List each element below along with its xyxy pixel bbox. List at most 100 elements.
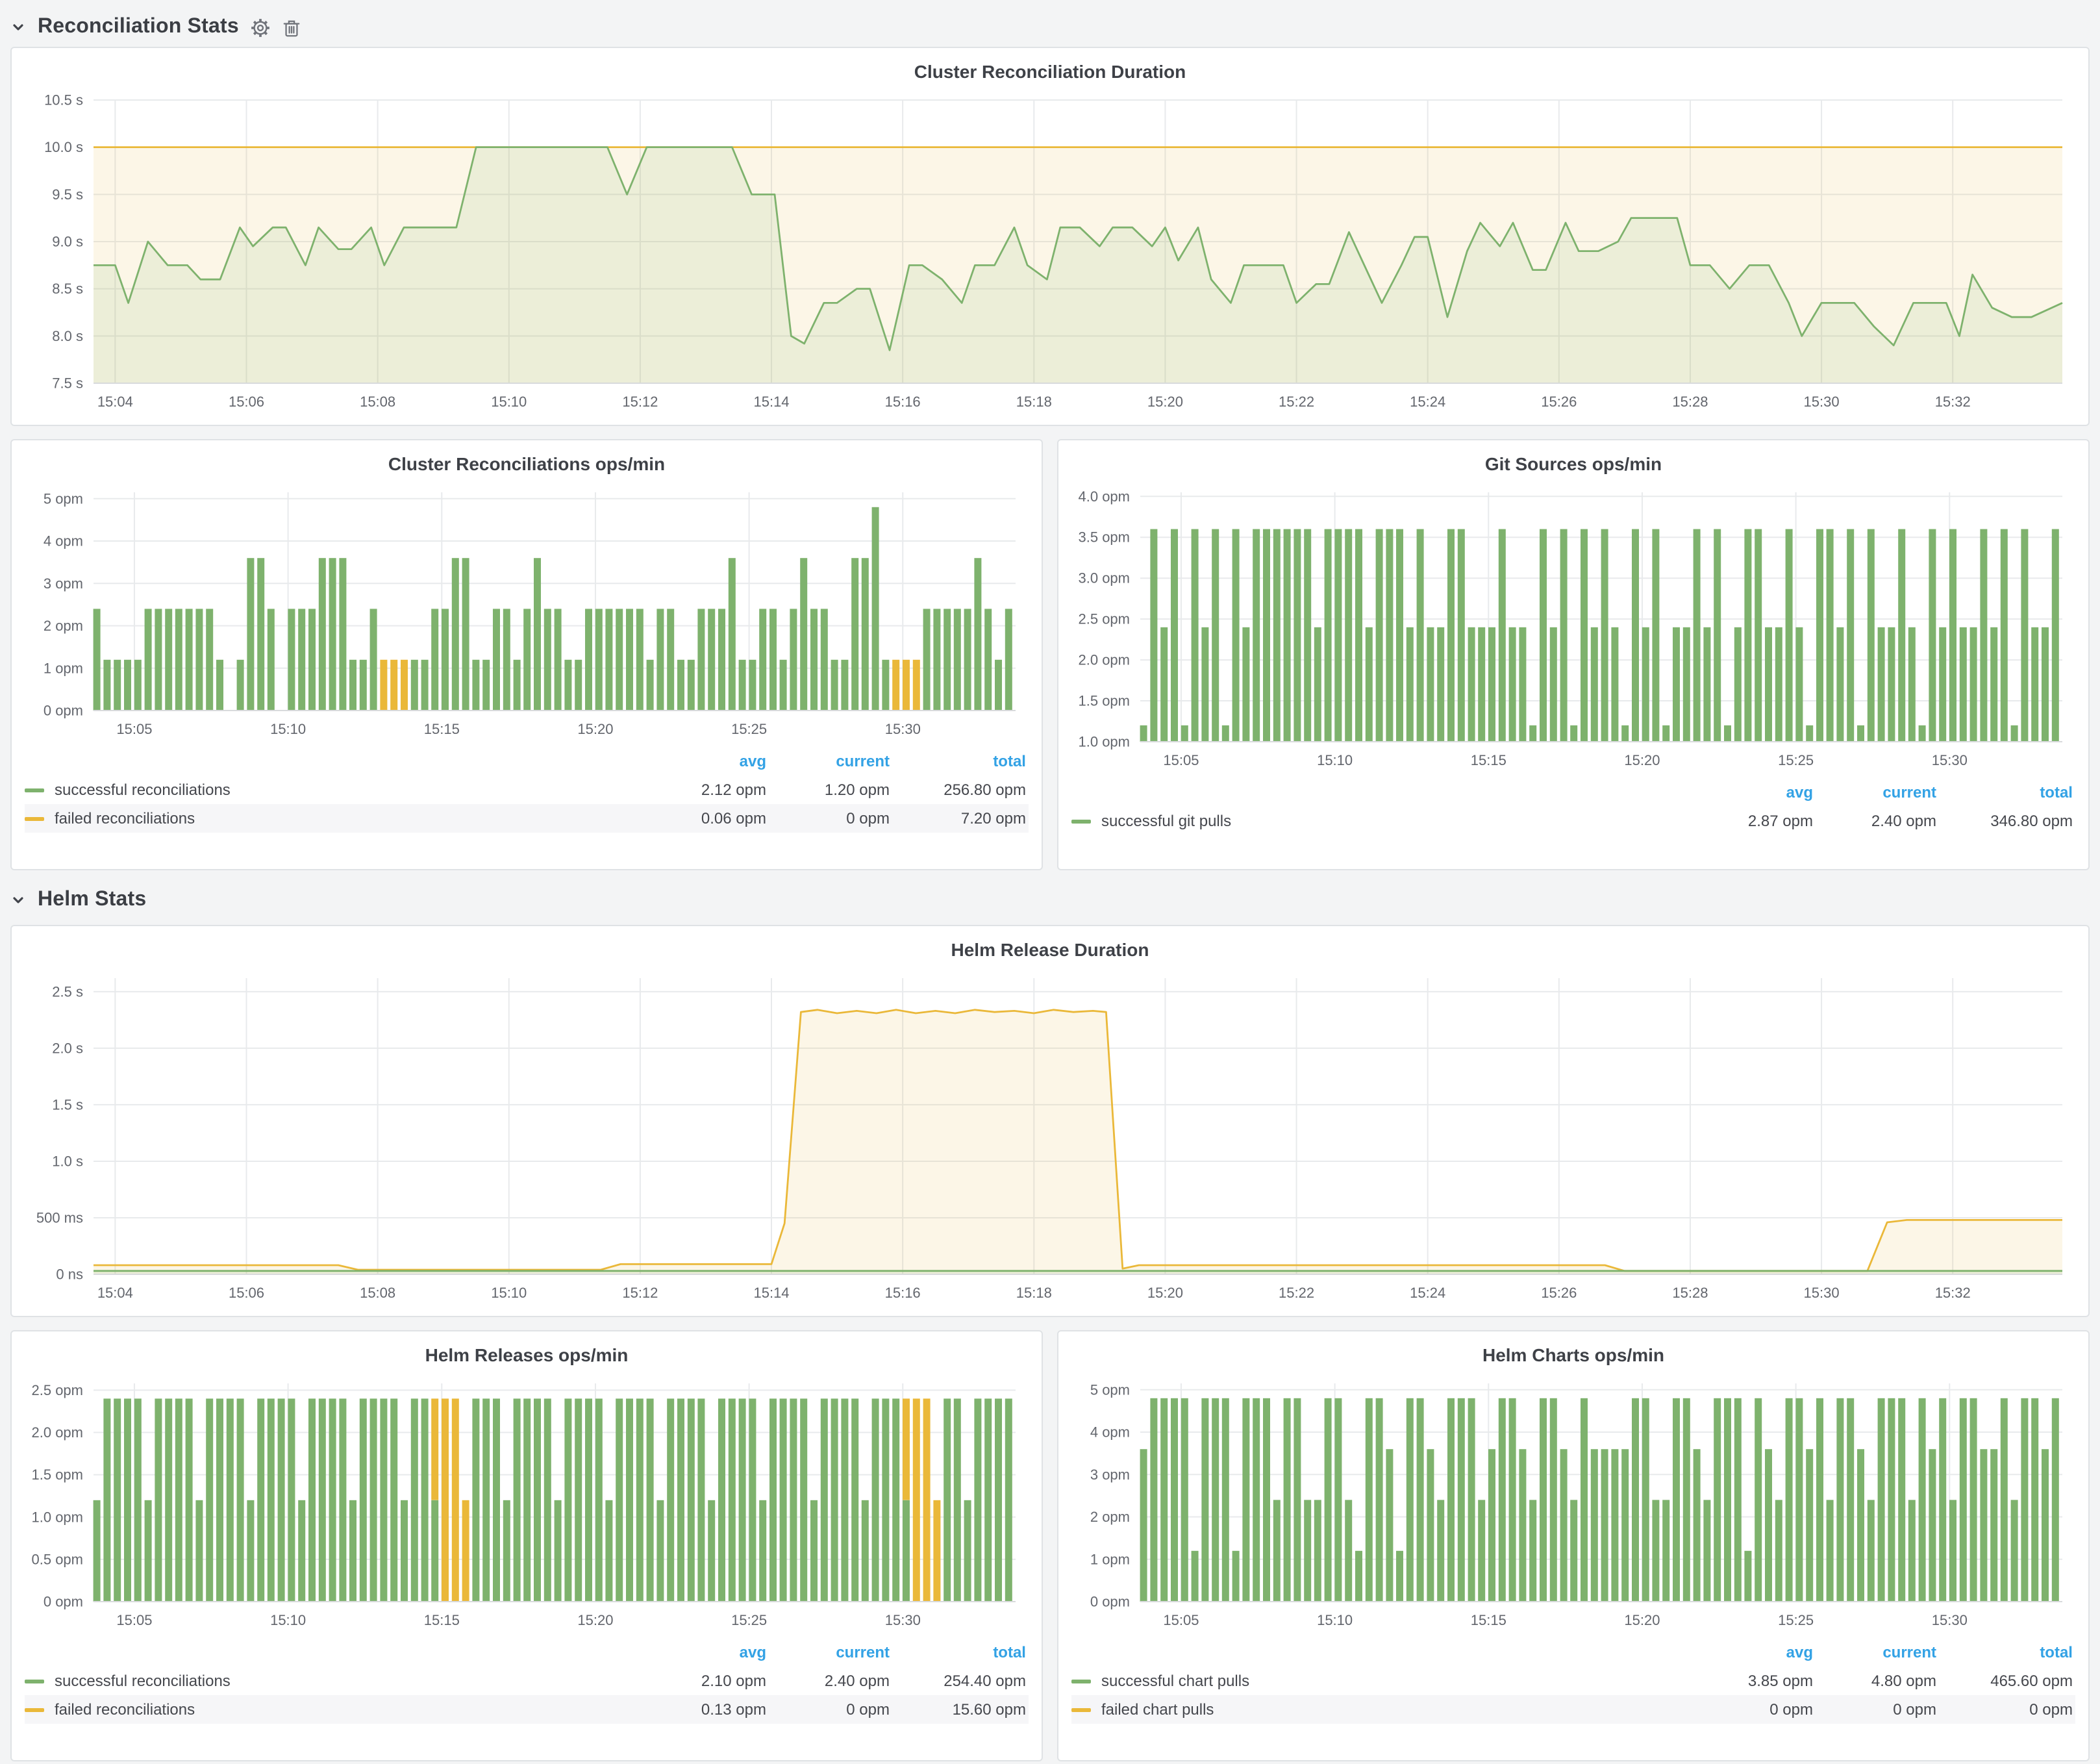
legend-current-value: 2.40 opm xyxy=(1816,812,1939,830)
legend-row: failed reconciliations 0.13 opm 0 opm 15… xyxy=(25,1695,1029,1724)
series-color-dash xyxy=(1071,819,1091,823)
cluster-reconciliation-duration-chart[interactable]: 7.5 s8.0 s8.5 s9.0 s9.5 s10.0 s10.5 s15:… xyxy=(22,87,2078,414)
chevron-down-icon xyxy=(10,892,26,908)
panel-title[interactable]: Cluster Reconciliations ops/min xyxy=(22,451,1031,479)
svg-text:15:10: 15:10 xyxy=(1317,1612,1353,1628)
svg-text:15:20: 15:20 xyxy=(1624,752,1660,768)
section-header-helm-stats[interactable]: Helm Stats xyxy=(10,881,2090,920)
panel-cluster-reconciliations-ops: Cluster Reconciliations ops/min 0 opm1 o… xyxy=(10,439,1043,870)
trash-icon[interactable] xyxy=(282,18,301,37)
section-title[interactable]: Helm Stats xyxy=(38,888,146,912)
series-color-dash xyxy=(25,1707,44,1711)
svg-text:15:04: 15:04 xyxy=(97,394,133,410)
helm-charts-ops-chart[interactable]: 0 opm1 opm2 opm3 opm4 opm5 opm15:0515:10… xyxy=(1069,1370,2078,1633)
svg-text:15:25: 15:25 xyxy=(1778,752,1814,768)
legend-series-toggle[interactable]: failed reconciliations xyxy=(25,1700,665,1719)
svg-text:15:26: 15:26 xyxy=(1541,1285,1577,1301)
svg-text:15:30: 15:30 xyxy=(1804,1285,1840,1301)
svg-text:1.0 s: 1.0 s xyxy=(52,1153,83,1169)
legend-series-label: failed chart pulls xyxy=(1101,1700,1214,1719)
legend-sort-total[interactable]: total xyxy=(1939,1643,2075,1661)
legend-avg-value: 0.06 opm xyxy=(665,809,769,827)
svg-text:15:10: 15:10 xyxy=(491,394,527,410)
svg-text:15:10: 15:10 xyxy=(270,1612,306,1628)
legend-sort-total[interactable]: total xyxy=(892,752,1029,770)
gear-icon[interactable] xyxy=(251,18,270,37)
svg-text:15:30: 15:30 xyxy=(1932,752,1968,768)
legend-sort-avg[interactable]: avg xyxy=(665,1643,769,1661)
legend-row: successful git pulls 2.87 opm 2.40 opm 3… xyxy=(1071,807,2075,835)
legend-sort-total[interactable]: total xyxy=(1939,783,2075,801)
legend-sort-avg[interactable]: avg xyxy=(1712,1643,1816,1661)
legend-series-toggle[interactable]: successful reconciliations xyxy=(25,1672,665,1690)
svg-text:15:32: 15:32 xyxy=(1935,1285,1971,1301)
legend-series-toggle[interactable]: successful reconciliations xyxy=(25,781,665,799)
legend-avg-value: 3.85 opm xyxy=(1712,1672,1816,1690)
legend-total-value: 7.20 opm xyxy=(892,809,1029,827)
legend-series-toggle[interactable]: failed reconciliations xyxy=(25,809,665,827)
svg-text:15:08: 15:08 xyxy=(360,1285,395,1301)
legend-avg-value: 0 opm xyxy=(1712,1700,1816,1719)
cluster-reconciliations-ops-chart[interactable]: 0 opm1 opm2 opm3 opm4 opm5 opm15:0515:10… xyxy=(22,479,1031,742)
legend-sort-current[interactable]: current xyxy=(769,752,892,770)
legend-series-label: successful chart pulls xyxy=(1101,1672,1249,1690)
panel-title[interactable]: Helm Release Duration xyxy=(22,937,2078,965)
panel-title[interactable]: Helm Charts ops/min xyxy=(1069,1342,2078,1370)
svg-text:0 opm: 0 opm xyxy=(1090,1594,1130,1610)
legend-sort-avg[interactable]: avg xyxy=(1712,783,1816,801)
svg-text:15:26: 15:26 xyxy=(1541,394,1577,410)
legend-sort-current[interactable]: current xyxy=(1816,1643,1939,1661)
helm-releases-ops-chart[interactable]: 0 opm0.5 opm1.0 opm1.5 opm2.0 opm2.5 opm… xyxy=(22,1370,1031,1633)
svg-text:15:12: 15:12 xyxy=(622,1285,658,1301)
svg-text:1.5 opm: 1.5 opm xyxy=(32,1467,84,1483)
legend-header-row: avg current total xyxy=(25,1638,1029,1667)
svg-text:1.0 opm: 1.0 opm xyxy=(32,1509,84,1525)
legend-row: failed chart pulls 0 opm 0 opm 0 opm xyxy=(1071,1695,2075,1724)
legend-series-toggle[interactable]: successful git pulls xyxy=(1071,812,1712,830)
svg-text:15:24: 15:24 xyxy=(1410,394,1445,410)
svg-text:4 opm: 4 opm xyxy=(1090,1424,1130,1441)
legend-row: failed reconciliations 0.06 opm 0 opm 7.… xyxy=(25,804,1029,833)
section-header-reconciliation-stats[interactable]: Reconciliation Stats xyxy=(10,8,2090,47)
svg-text:8.0 s: 8.0 s xyxy=(52,328,83,344)
legend-total-value: 254.40 opm xyxy=(892,1672,1029,1690)
svg-text:15:16: 15:16 xyxy=(885,1285,921,1301)
svg-text:3 opm: 3 opm xyxy=(1090,1467,1130,1483)
legend-sort-avg[interactable]: avg xyxy=(665,752,769,770)
svg-text:10.5 s: 10.5 s xyxy=(44,92,83,108)
git-sources-ops-chart[interactable]: 1.0 opm1.5 opm2.0 opm2.5 opm3.0 opm3.5 o… xyxy=(1069,479,2078,773)
svg-text:8.5 s: 8.5 s xyxy=(52,281,83,297)
legend: avg current total successful chart pulls… xyxy=(1069,1638,2078,1724)
panel-title[interactable]: Git Sources ops/min xyxy=(1069,451,2078,479)
panel-title[interactable]: Cluster Reconciliation Duration xyxy=(22,58,2078,87)
svg-text:1 opm: 1 opm xyxy=(44,660,83,676)
legend-sort-current[interactable]: current xyxy=(1816,783,1939,801)
legend-total-value: 0 opm xyxy=(1939,1700,2075,1719)
svg-text:15:15: 15:15 xyxy=(424,721,460,737)
legend-series-toggle[interactable]: successful chart pulls xyxy=(1071,1672,1712,1690)
section-title[interactable]: Reconciliation Stats xyxy=(38,16,239,39)
svg-text:15:14: 15:14 xyxy=(753,1285,789,1301)
svg-text:15:18: 15:18 xyxy=(1016,1285,1052,1301)
legend-current-value: 0 opm xyxy=(769,1700,892,1719)
svg-text:15:10: 15:10 xyxy=(491,1285,527,1301)
svg-text:2.0 s: 2.0 s xyxy=(52,1040,83,1056)
legend-header-row: avg current total xyxy=(25,747,1029,775)
legend-avg-value: 2.87 opm xyxy=(1712,812,1816,830)
svg-text:15:05: 15:05 xyxy=(116,721,152,737)
legend: avg current total successful reconciliat… xyxy=(22,747,1031,833)
svg-text:15:06: 15:06 xyxy=(229,1285,264,1301)
panel-title[interactable]: Helm Releases ops/min xyxy=(22,1342,1031,1370)
svg-text:15:20: 15:20 xyxy=(1147,394,1183,410)
panel-git-sources-ops: Git Sources ops/min 1.0 opm1.5 opm2.0 op… xyxy=(1057,439,2090,870)
legend-sort-current[interactable]: current xyxy=(769,1643,892,1661)
svg-text:15:20: 15:20 xyxy=(1147,1285,1183,1301)
legend-series-toggle[interactable]: failed chart pulls xyxy=(1071,1700,1712,1719)
legend-total-value: 15.60 opm xyxy=(892,1700,1029,1719)
svg-text:1 opm: 1 opm xyxy=(1090,1551,1130,1567)
legend-sort-total[interactable]: total xyxy=(892,1643,1029,1661)
helm-release-duration-chart[interactable]: 0 ns500 ms1.0 s1.5 s2.0 s2.5 s15:0415:06… xyxy=(22,965,2078,1305)
svg-text:500 ms: 500 ms xyxy=(36,1209,83,1226)
svg-text:10.0 s: 10.0 s xyxy=(44,139,83,155)
svg-text:4.0 opm: 4.0 opm xyxy=(1079,488,1131,505)
